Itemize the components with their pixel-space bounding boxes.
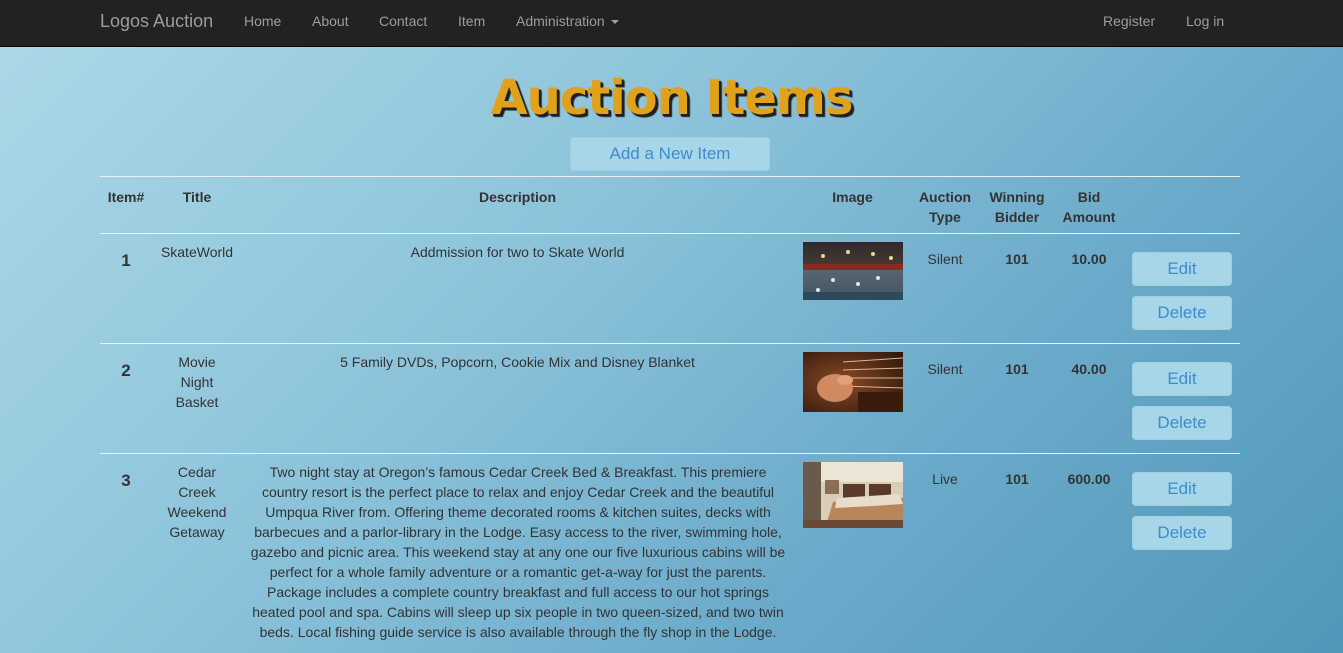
- item-number: 1: [121, 251, 131, 270]
- winning-bidder: 101: [1005, 361, 1029, 377]
- header-bid-amount-line2: Amount: [1062, 209, 1116, 225]
- hotel-room-image: [803, 462, 903, 528]
- auction-type: Silent: [927, 361, 963, 377]
- header-auction-type-line2: Type: [929, 209, 961, 225]
- edit-button[interactable]: Edit: [1132, 362, 1232, 396]
- header-bid-amount: Bid Amount: [1055, 187, 1123, 227]
- auction-type: Live: [932, 471, 958, 487]
- table-row: 3 Cedar Creek Weekend Getaway Two night …: [100, 454, 1240, 653]
- header-winning-bidder-line2: Bidder: [994, 209, 1040, 225]
- header-title: Title: [182, 189, 212, 205]
- winning-bidder: 101: [1005, 251, 1029, 267]
- bid-amount: 40.00: [1071, 361, 1107, 377]
- delete-button[interactable]: Delete: [1132, 516, 1232, 550]
- delete-button[interactable]: Delete: [1132, 296, 1232, 330]
- header-description: Description: [478, 189, 556, 205]
- header-image: Image: [832, 189, 873, 205]
- header-winning-bidder-line1: Winning: [989, 189, 1045, 205]
- nav-register[interactable]: Register: [1103, 13, 1155, 29]
- navbar: Logos Auction Home About Contact Item Ad…: [0, 0, 1343, 47]
- delete-button[interactable]: Delete: [1132, 406, 1232, 440]
- edit-button[interactable]: Edit: [1132, 472, 1232, 506]
- item-description: Two night stay at Oregon’s famous Cedar …: [250, 464, 786, 640]
- edit-button[interactable]: Edit: [1132, 252, 1232, 286]
- brand-link[interactable]: Logos Auction: [100, 11, 213, 31]
- item-title: Cedar Creek Weekend Getaway: [167, 464, 227, 540]
- nav-home[interactable]: Home: [244, 13, 281, 29]
- nav-contact[interactable]: Contact: [379, 13, 427, 29]
- nav-about[interactable]: About: [312, 13, 349, 29]
- item-title: SkateWorld: [160, 244, 234, 260]
- bid-amount: 10.00: [1071, 251, 1107, 267]
- item-number: 2: [121, 361, 131, 380]
- page-title: Auction Items: [490, 70, 854, 126]
- item-image: [803, 462, 903, 528]
- item-description: Addmission for two to Skate World: [410, 244, 625, 260]
- header-bid-amount-line1: Bid: [1077, 189, 1101, 205]
- header-item-number: Item#: [107, 189, 145, 205]
- table-row: 1 SkateWorld Addmission for two to Skate…: [100, 234, 1240, 344]
- nav-item[interactable]: Item: [458, 13, 485, 29]
- nav-administration-dropdown[interactable]: Administration: [516, 13, 619, 29]
- auction-type: Silent: [927, 251, 963, 267]
- nav-login[interactable]: Log in: [1186, 13, 1224, 29]
- item-image: [803, 242, 903, 300]
- item-image: [803, 352, 903, 412]
- add-new-item-button[interactable]: Add a New Item: [570, 137, 770, 171]
- skating-rink-image: [803, 242, 903, 300]
- item-number: 3: [121, 471, 131, 490]
- header-auction-type-line1: Auction: [918, 189, 972, 205]
- header-auction-type: Auction Type: [912, 187, 978, 227]
- bid-amount: 600.00: [1067, 471, 1111, 487]
- header-winning-bidder: Winning Bidder: [982, 187, 1052, 227]
- item-description: 5 Family DVDs, Popcorn, Cookie Mix and D…: [340, 354, 695, 370]
- table-row: 2 Movie Night Basket 5 Family DVDs, Popc…: [100, 344, 1240, 454]
- caret-down-icon: [610, 20, 619, 25]
- item-title: Movie Night Basket: [175, 354, 219, 410]
- nav-administration-label: Administration: [516, 13, 605, 29]
- table-header: Item# Title Description Image Auction Ty…: [100, 177, 1240, 234]
- guitar-image: [803, 352, 903, 412]
- auction-items-table: Item# Title Description Image Auction Ty…: [100, 176, 1240, 653]
- winning-bidder: 101: [1005, 471, 1029, 487]
